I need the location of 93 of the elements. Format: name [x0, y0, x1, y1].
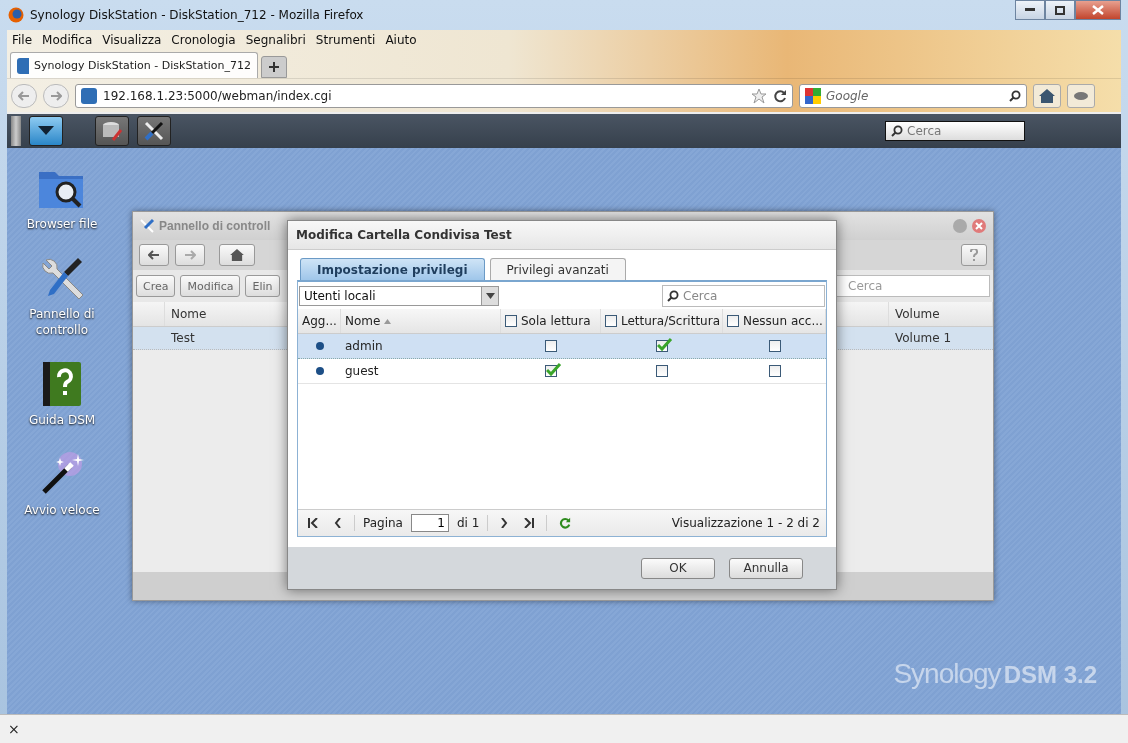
checkbox[interactable] [605, 315, 617, 327]
menu-item[interactable]: Visualizza [97, 33, 167, 47]
back-arrow-icon [148, 250, 160, 260]
window-title: Pannello di controll [159, 219, 271, 233]
home-icon [1039, 88, 1055, 103]
close-button[interactable]: × [8, 721, 20, 737]
menu-item[interactable]: Modifica [37, 33, 98, 47]
toolbar-button[interactable]: Modifica [180, 275, 241, 297]
forward-arrow-icon [184, 250, 196, 260]
site-icon [17, 57, 30, 74]
database-icon [101, 120, 123, 142]
plus-icon [269, 62, 279, 72]
menu-item[interactable]: Cronologia [166, 33, 241, 47]
caret-icon [38, 126, 54, 136]
close-icon [1092, 5, 1104, 15]
help-book-icon[interactable] [41, 360, 83, 408]
search-icon [891, 125, 903, 137]
dialog-title: Modifica Cartella Condivisa Test [288, 221, 836, 250]
column-header[interactable]: Nessun acc... [723, 309, 826, 333]
first-page-icon [308, 518, 318, 528]
caret-icon [485, 292, 495, 299]
home-button[interactable] [219, 244, 255, 266]
close-button[interactable] [971, 218, 987, 234]
addon-icon [1073, 89, 1089, 102]
product-version: DSM 3.2 [1003, 661, 1097, 689]
browser-tab[interactable]: Synology DiskStation - DiskStation_712 [10, 52, 258, 78]
page-field[interactable]: 1 [410, 514, 449, 532]
minimize-button[interactable] [1015, 0, 1045, 20]
checkbox[interactable] [768, 365, 781, 377]
display-summary: Visualizzazione 1 - 2 di 2 [671, 516, 820, 530]
menu-item[interactable]: File [7, 33, 38, 47]
checkbox[interactable] [545, 340, 557, 352]
tools-icon [139, 218, 155, 234]
question-icon [970, 249, 978, 261]
checkbox[interactable] [727, 315, 739, 327]
forward-arrow-icon [50, 90, 62, 101]
checkbox[interactable] [656, 365, 668, 377]
menu-item[interactable]: Strumenti [310, 33, 381, 47]
refresh-icon [559, 517, 572, 529]
new-tab-button[interactable] [261, 56, 287, 78]
star-icon[interactable] [751, 87, 767, 104]
back-button[interactable] [139, 244, 169, 266]
google-icon [805, 87, 821, 104]
user-dot-icon [315, 342, 324, 350]
search-field[interactable]: Cerca [885, 121, 1025, 141]
column-header[interactable]: Volume [889, 302, 993, 326]
page-count: di 1 [456, 516, 480, 530]
next-page-icon [500, 518, 509, 528]
menu-item[interactable]: Aiuto [380, 33, 422, 47]
page-label: Pagina [363, 516, 403, 530]
column-header[interactable]: Sola lettura [501, 309, 601, 333]
maximize-icon [1055, 5, 1065, 15]
tools-button[interactable] [137, 116, 171, 146]
search-field[interactable]: Cerca [662, 284, 825, 307]
tab[interactable]: Privilegi avanzati [489, 258, 626, 280]
firefox-icon [8, 7, 24, 23]
window-title: Synology DiskStation - DiskStation_712 - Mozilla Firefox [30, 8, 364, 22]
reload-icon[interactable] [773, 88, 787, 103]
user-type-dropdown[interactable]: Utenti locali [299, 285, 499, 306]
search-icon [1009, 89, 1021, 102]
menu-item[interactable]: Segnalibri [240, 33, 311, 47]
sort-icon [384, 318, 392, 324]
toolbar-button[interactable]: Elin [245, 275, 280, 297]
help-button[interactable] [961, 244, 987, 266]
minimize-icon [1025, 8, 1035, 12]
taskbar-grip[interactable] [11, 116, 21, 146]
search-icon [667, 289, 679, 302]
addon-button[interactable] [1067, 83, 1095, 108]
checkbox[interactable] [768, 340, 781, 352]
dialog-button[interactable]: OK [641, 557, 715, 579]
back-arrow-icon [18, 90, 30, 101]
site-icon [81, 87, 97, 104]
home-button[interactable] [1033, 83, 1061, 108]
forward-button[interactable] [175, 244, 205, 266]
wrench-screwdriver-icon [143, 120, 165, 142]
close-button[interactable] [1075, 0, 1121, 20]
maximize-button[interactable] [1045, 0, 1075, 20]
home-icon [230, 249, 244, 261]
column-header[interactable]: Nome [341, 309, 501, 333]
tab[interactable]: Impostazione privilegi [300, 258, 485, 280]
address-field[interactable]: 192.168.1.23:5000/webman/index.cgi [75, 83, 793, 108]
brand-logo-text: Synology [893, 658, 1001, 690]
column-header[interactable]: Lettura/Scrittura [601, 309, 723, 333]
checkbox[interactable] [505, 315, 517, 327]
start-menu-button[interactable] [29, 116, 63, 146]
user-dot-icon [315, 367, 324, 375]
column-header[interactable]: Agg... [298, 309, 341, 333]
search-field[interactable]: Google [799, 83, 1027, 108]
last-page-icon [524, 518, 535, 528]
storage-button[interactable] [95, 116, 129, 146]
toolbar-button[interactable]: Crea [136, 275, 176, 297]
dialog-button[interactable]: Annulla [729, 557, 803, 579]
previous-page-icon [334, 518, 342, 528]
